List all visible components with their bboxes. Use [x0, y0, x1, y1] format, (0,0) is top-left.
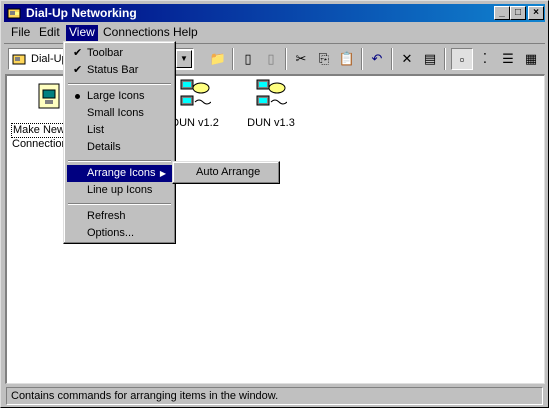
- dun-connection-icon: [256, 79, 288, 106]
- menu-view[interactable]: View: [66, 25, 98, 41]
- view-menu-list[interactable]: List: [67, 122, 172, 139]
- list-icon: ☰: [502, 51, 514, 66]
- menu-file-label: File: [11, 25, 31, 39]
- radio-dot-icon: [75, 94, 80, 99]
- dialup-folder-icon[interactable]: [7, 6, 21, 20]
- menu-separator: [68, 160, 171, 162]
- checkmark-icon: ✔: [73, 47, 83, 59]
- cut-button[interactable]: ✂: [290, 48, 312, 70]
- toolbar-separator: [232, 48, 234, 70]
- undo-button[interactable]: ↶: [366, 48, 388, 70]
- menu-item-label: Details: [87, 141, 121, 153]
- menu-connections-label: Connections: [103, 25, 170, 39]
- disconnect-drive-icon: ▯: [267, 51, 275, 66]
- view-menu: ✔ Toolbar ✔ Status Bar Large Icons Small…: [63, 41, 176, 244]
- menu-edit[interactable]: Edit: [36, 25, 63, 41]
- submenu-arrow-icon: ▶: [159, 169, 166, 178]
- details-icon: ▦: [524, 51, 538, 66]
- toolbar-separator: [391, 48, 393, 70]
- menu-view-label: View: [69, 25, 95, 39]
- close-button[interactable]: ×: [528, 6, 544, 20]
- dun-connection-icon: [180, 79, 212, 106]
- view-menu-options[interactable]: Options...: [67, 225, 172, 242]
- toolbar-separator: [361, 48, 363, 70]
- menu-item-label: Line up Icons: [87, 184, 153, 196]
- checkmark-icon: ✔: [73, 64, 83, 76]
- view-menu-status-bar[interactable]: ✔ Status Bar: [67, 62, 172, 79]
- view-menu-large-icons[interactable]: Large Icons: [67, 88, 172, 105]
- small-icons-icon: ⁚: [482, 51, 488, 66]
- list-button[interactable]: ☰: [497, 48, 519, 70]
- arrange-icons-submenu: Auto Arrange: [172, 161, 280, 184]
- large-icons-button[interactable]: ▫: [451, 48, 473, 70]
- view-menu-refresh[interactable]: Refresh: [67, 208, 172, 225]
- title-bar[interactable]: Dial-Up Networking _ □ ×: [4, 4, 545, 22]
- menu-help[interactable]: Help: [170, 25, 201, 41]
- menu-item-label: Status Bar: [87, 64, 139, 76]
- make-new-connection-icon: [38, 83, 60, 109]
- view-menu-arrange-icons[interactable]: Arrange Icons ▶: [67, 165, 172, 182]
- minimize-button[interactable]: _: [494, 6, 510, 20]
- dialup-folder-icon: [12, 54, 26, 65]
- status-text: Contains commands for arranging items in…: [6, 387, 543, 405]
- menu-item-label: Refresh: [87, 210, 126, 222]
- view-menu-line-up-icons[interactable]: Line up Icons: [67, 182, 172, 199]
- menu-item-label: Options...: [87, 227, 135, 239]
- toolbar-separator: [285, 48, 287, 70]
- disconnect-drive-button[interactable]: ▯: [260, 48, 282, 70]
- delete-icon: ✕: [401, 51, 413, 66]
- menu-item-label: Toolbar: [87, 47, 124, 59]
- menu-bar: File Edit View Connections Help: [4, 23, 545, 41]
- properties-icon: ▤: [423, 51, 437, 66]
- view-menu-small-icons[interactable]: Small Icons: [67, 105, 172, 122]
- maximize-icon: □: [514, 7, 522, 18]
- menu-edit-label: Edit: [39, 25, 60, 39]
- view-menu-toolbar[interactable]: ✔ Toolbar: [67, 45, 172, 62]
- submenu-auto-arrange[interactable]: Auto Arrange: [176, 164, 276, 181]
- minimize-icon: _: [499, 7, 505, 18]
- menu-separator: [68, 83, 171, 85]
- toolbar-separator: [444, 48, 446, 70]
- menu-file[interactable]: File: [8, 25, 33, 41]
- delete-button[interactable]: ✕: [396, 48, 418, 70]
- close-icon: ×: [533, 7, 539, 18]
- menu-help-label: Help: [173, 25, 198, 39]
- map-drive-button[interactable]: ▯: [237, 48, 259, 70]
- dun-v13-item[interactable]: DUN v1.3: [233, 78, 309, 130]
- paste-button[interactable]: 📋: [336, 48, 358, 70]
- menu-separator: [68, 203, 171, 205]
- menu-item-label: List: [87, 124, 105, 136]
- up-folder-button[interactable]: 📁: [207, 48, 229, 70]
- cut-icon: ✂: [295, 51, 307, 66]
- undo-icon: ↶: [371, 51, 383, 66]
- details-button[interactable]: ▦: [520, 48, 542, 70]
- menu-item-label: Large Icons: [87, 90, 145, 102]
- address-dropdown-button[interactable]: ▼: [176, 50, 192, 68]
- copy-button[interactable]: ⎘: [313, 48, 335, 70]
- properties-button[interactable]: ▤: [419, 48, 441, 70]
- small-icons-button[interactable]: ⁚: [474, 48, 496, 70]
- view-menu-details[interactable]: Details: [67, 139, 172, 156]
- up-folder-icon: 📁: [209, 51, 227, 66]
- item-label: DUN v1.3: [247, 117, 295, 129]
- menu-connections[interactable]: Connections: [100, 25, 173, 41]
- menu-item-label: Arrange Icons: [87, 167, 156, 179]
- copy-icon: ⎘: [318, 51, 330, 66]
- maximize-button[interactable]: □: [510, 6, 526, 20]
- paste-icon: 📋: [338, 51, 356, 66]
- map-drive-icon: ▯: [244, 51, 252, 66]
- window-title: Dial-Up Networking: [26, 6, 137, 20]
- large-icons-icon: ▫: [459, 52, 465, 67]
- chevron-down-icon: ▼: [180, 54, 188, 63]
- menu-item-label: Auto Arrange: [196, 166, 261, 178]
- menu-item-label: Small Icons: [87, 107, 144, 119]
- status-bar: Contains commands for arranging items in…: [4, 386, 545, 405]
